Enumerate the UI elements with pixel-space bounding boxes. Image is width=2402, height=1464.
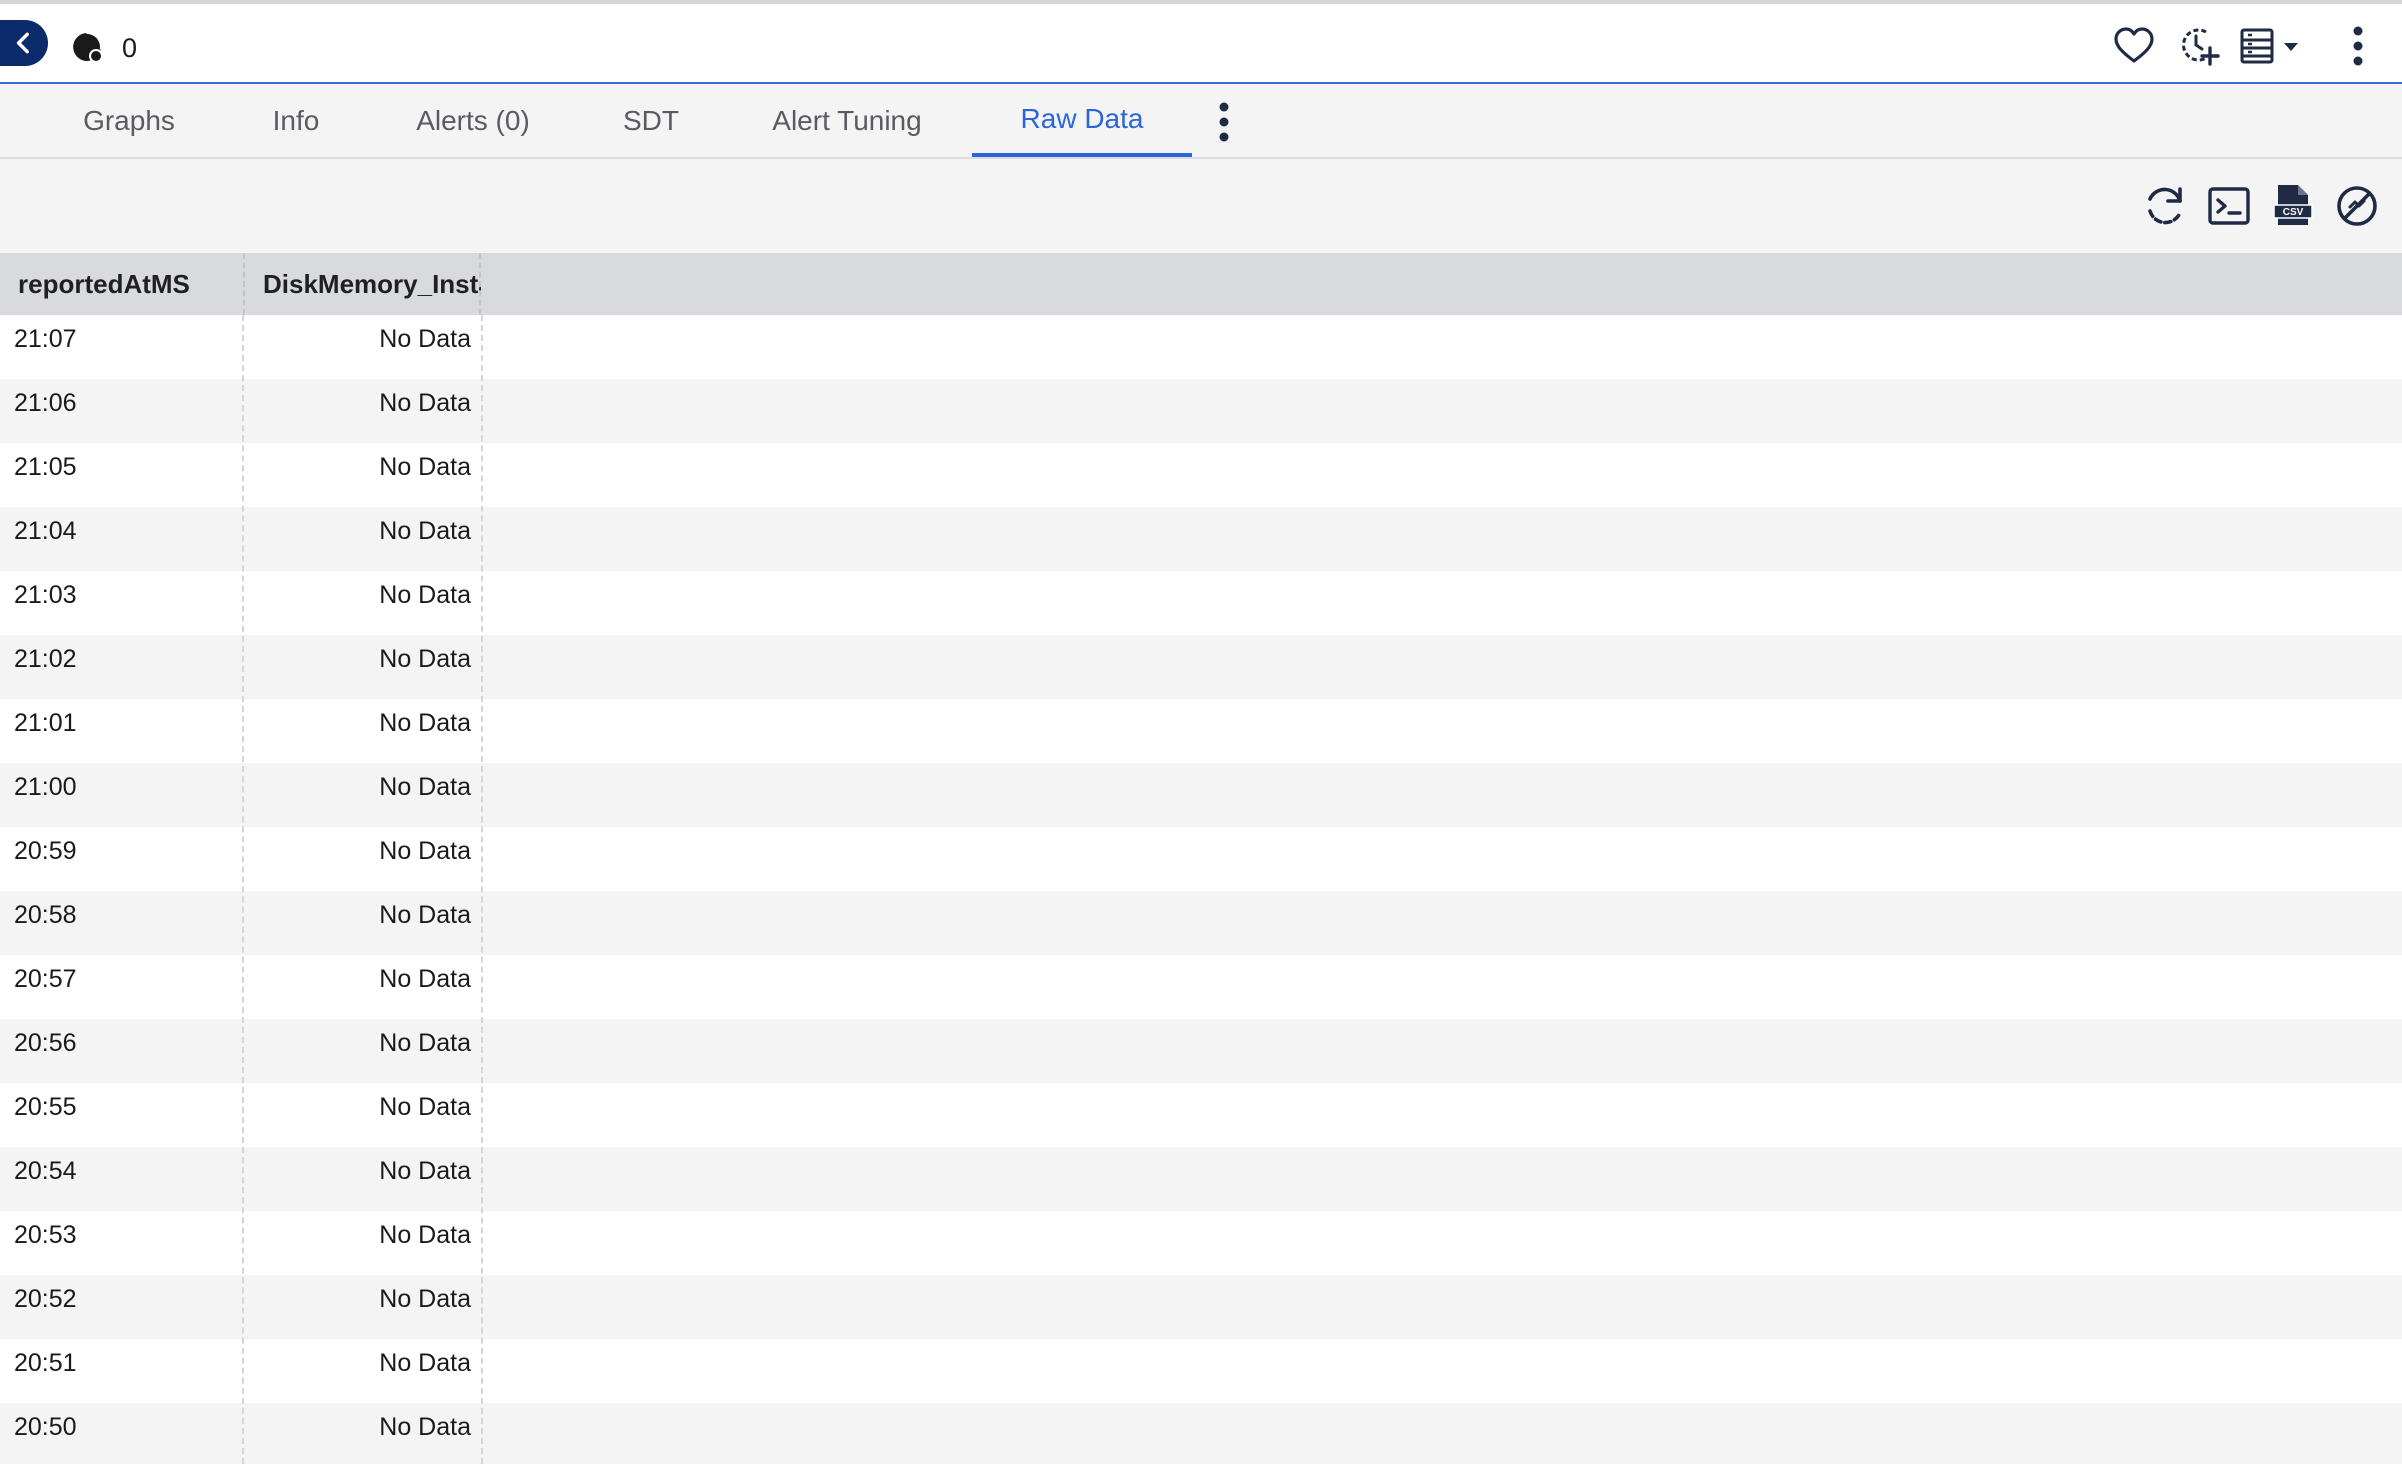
table-row: 21:00 No Data xyxy=(0,763,2402,827)
heart-icon xyxy=(2114,27,2154,63)
cell-reported-at: 20:53 xyxy=(14,1221,77,1249)
cell-reported-at: 21:05 xyxy=(14,453,77,481)
table-row: 21:03 No Data xyxy=(0,571,2402,635)
raw-data-toolbar: CSV xyxy=(0,159,2402,253)
export-csv-button[interactable]: CSV xyxy=(2270,183,2316,229)
table-row: 21:02 No Data xyxy=(0,635,2402,699)
cell-value: No Data xyxy=(379,837,471,865)
cell-reported-at: 20:56 xyxy=(14,1029,77,1057)
cell-reported-at: 21:06 xyxy=(14,389,77,417)
status-count: 0 xyxy=(122,33,138,63)
table-row: 20:54 No Data xyxy=(0,1147,2402,1211)
table-row: 21:07 No Data xyxy=(0,315,2402,379)
more-options-button[interactable] xyxy=(2338,24,2378,68)
cell-reported-at: 20:58 xyxy=(14,901,77,929)
table-row: 20:53 No Data xyxy=(0,1211,2402,1275)
cell-value: No Data xyxy=(379,773,471,801)
page-header: 0 xyxy=(0,0,2402,84)
cell-reported-at: 21:02 xyxy=(14,645,77,673)
clock-plus-icon xyxy=(2182,28,2220,66)
tab-raw-data[interactable]: Raw Data xyxy=(972,84,1192,157)
cell-value: No Data xyxy=(379,517,471,545)
table-row: 20:58 No Data xyxy=(0,891,2402,955)
cell-value: No Data xyxy=(379,389,471,417)
cell-value: No Data xyxy=(379,1285,471,1313)
tab-alerts[interactable]: Alerts (0) xyxy=(398,84,548,157)
cell-value: No Data xyxy=(379,901,471,929)
raw-data-view: 0 Graphs Info Alerts (0) SDT Alert Tunin… xyxy=(0,0,2402,1464)
more-tabs-icon[interactable] xyxy=(1208,100,1240,144)
cell-reported-at: 21:03 xyxy=(14,581,77,609)
cell-reported-at: 20:51 xyxy=(14,1349,77,1377)
cell-value: No Data xyxy=(379,1221,471,1249)
cell-reported-at: 20:50 xyxy=(14,1413,77,1441)
cell-reported-at: 20:57 xyxy=(14,965,77,993)
cell-value: No Data xyxy=(379,1093,471,1121)
cell-reported-at: 20:59 xyxy=(14,837,77,865)
table-row: 21:01 No Data xyxy=(0,699,2402,763)
table-row: 20:57 No Data xyxy=(0,955,2402,1019)
table-row: 21:05 No Data xyxy=(0,443,2402,507)
table-row: 20:55 No Data xyxy=(0,1083,2402,1147)
disable-button[interactable] xyxy=(2334,183,2380,229)
cell-value: No Data xyxy=(379,1349,471,1377)
cell-value: No Data xyxy=(379,453,471,481)
cell-reported-at: 21:00 xyxy=(14,773,77,801)
tab-alert-tuning[interactable]: Alert Tuning xyxy=(752,84,942,157)
cell-value: No Data xyxy=(379,965,471,993)
table-row: 21:04 No Data xyxy=(0,507,2402,571)
table-body: 21:07 No Data 21:06 No Data 21:05 No Data 21:0… xyxy=(0,315,2402,1464)
table-row: 20:50 No Data xyxy=(0,1403,2402,1464)
cell-reported-at: 20:54 xyxy=(14,1157,77,1185)
cell-value: No Data xyxy=(379,581,471,609)
refresh-button[interactable] xyxy=(2142,183,2188,229)
view-menu-button[interactable] xyxy=(2238,24,2306,68)
terminal-icon xyxy=(2208,187,2250,225)
terminal-button[interactable] xyxy=(2206,183,2252,229)
favorite-button[interactable] xyxy=(2112,24,2156,68)
add-schedule-button[interactable] xyxy=(2176,24,2220,68)
cell-reported-at: 20:55 xyxy=(14,1093,77,1121)
cell-value: No Data xyxy=(379,325,471,353)
cell-reported-at: 21:01 xyxy=(14,709,77,737)
cell-value: No Data xyxy=(379,1029,471,1057)
refresh-icon xyxy=(2148,187,2182,225)
table-row: 20:52 No Data xyxy=(0,1275,2402,1339)
table-header: reportedAtMS DiskMemory_Insta xyxy=(0,253,2402,315)
table-row: 20:56 No Data xyxy=(0,1019,2402,1083)
column-divider xyxy=(481,315,483,1464)
cell-reported-at: 21:04 xyxy=(14,517,77,545)
vertical-ellipsis-icon xyxy=(2353,26,2363,66)
tab-sdt[interactable]: SDT xyxy=(600,84,702,157)
chevron-left-icon xyxy=(16,32,29,54)
table-row: 20:51 No Data xyxy=(0,1339,2402,1403)
column-divider xyxy=(242,315,244,1464)
column-header-reported-at[interactable]: reportedAtMS xyxy=(18,253,240,315)
csv-badge-label: CSV xyxy=(2283,207,2304,218)
cell-value: No Data xyxy=(379,1413,471,1441)
cell-reported-at: 20:52 xyxy=(14,1285,77,1313)
list-view-icon xyxy=(2240,28,2298,64)
status-dot-icon xyxy=(73,33,103,63)
tab-graphs[interactable]: Graphs xyxy=(56,84,202,157)
cell-value: No Data xyxy=(379,645,471,673)
raw-data-table: reportedAtMS DiskMemory_Insta 21:07 No Da… xyxy=(0,253,2402,1464)
column-header-disk-memory[interactable]: DiskMemory_Insta xyxy=(243,253,481,315)
back-button[interactable] xyxy=(0,20,48,66)
cell-reported-at: 21:07 xyxy=(14,325,77,353)
tab-bar: Graphs Info Alerts (0) SDT Alert Tuning … xyxy=(0,84,2402,159)
cell-value: No Data xyxy=(379,1157,471,1185)
table-row: 21:06 No Data xyxy=(0,379,2402,443)
cell-value: No Data xyxy=(379,709,471,737)
slash-circle-icon xyxy=(2337,186,2377,226)
csv-file-icon: CSV xyxy=(2273,185,2313,225)
tab-info[interactable]: Info xyxy=(244,84,348,157)
table-row: 20:59 No Data xyxy=(0,827,2402,891)
